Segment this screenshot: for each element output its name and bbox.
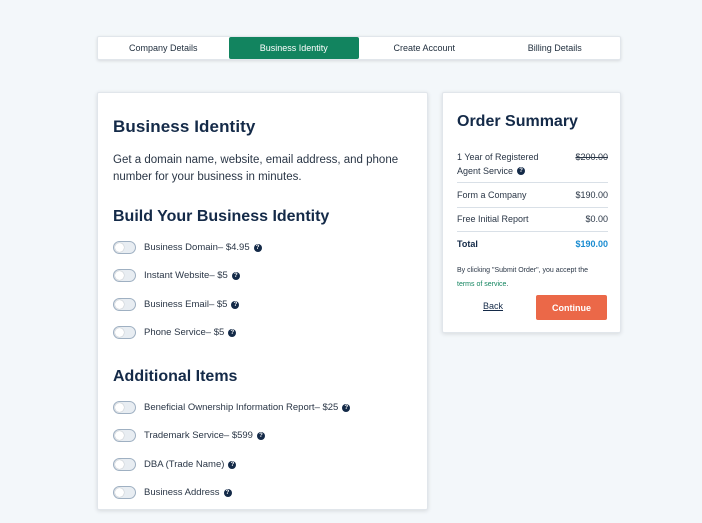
option-label: Business Address (144, 487, 220, 498)
continue-button[interactable]: Continue (536, 295, 607, 320)
option-label: DBA (Trade Name) (144, 459, 225, 470)
summary-row-label-line2: Agent Service ? (457, 164, 539, 178)
progress-steps: Company Details Business Identity Create… (97, 36, 621, 60)
summary-row-value: $0.00 (585, 214, 608, 224)
terms-of-service-link[interactable]: terms of service (457, 281, 506, 288)
summary-row-label: 1 Year of Registered Agent Service ? (457, 150, 539, 178)
help-icon[interactable]: ? (228, 460, 237, 469)
summary-row-label: Form a Company (457, 190, 527, 200)
option-price: – $5 (209, 270, 228, 281)
total-label: Total (457, 239, 478, 249)
help-icon[interactable]: ? (253, 243, 262, 252)
business-domain-toggle[interactable] (113, 241, 136, 254)
intro-text: Get a domain name, website, email addres… (113, 154, 399, 183)
option-boi-report: Beneficial Ownership Information Report … (113, 401, 351, 414)
section-additional-items-title: Additional Items (113, 368, 238, 385)
option-business-address: Business Address ? (113, 486, 232, 499)
option-trademark-service: Trademark Service – $599 ? (113, 429, 265, 442)
instant-website-toggle[interactable] (113, 269, 136, 282)
help-icon[interactable]: ? (228, 328, 237, 337)
total-value: $190.00 (575, 239, 608, 249)
summary-row-label-text: Agent Service (457, 166, 514, 176)
summary-row-registered-agent: 1 Year of Registered Agent Service ? $20… (457, 150, 608, 178)
order-summary-card: Order Summary 1 Year of Registered Agent… (442, 92, 621, 333)
option-label: Instant Website (144, 270, 210, 281)
summary-row-form-company: Form a Company $190.00 (457, 190, 608, 200)
option-instant-website: Instant Website – $5 ? (113, 269, 240, 282)
divider (457, 231, 608, 232)
divider (457, 182, 608, 183)
summary-row-label-line1: 1 Year of Registered (457, 152, 539, 162)
summary-row-total: Total $190.00 (457, 239, 608, 249)
help-icon[interactable]: ? (256, 431, 265, 440)
help-icon[interactable]: ? (231, 300, 240, 309)
dba-toggle[interactable] (113, 458, 136, 471)
option-label: Beneficial Ownership Information Report (144, 402, 315, 413)
help-icon[interactable]: ? (342, 403, 351, 412)
order-summary-title: Order Summary (457, 113, 578, 130)
section-build-identity-title: Build Your Business Identity (113, 208, 330, 225)
page-title: Business Identity (113, 117, 256, 136)
trademark-service-toggle[interactable] (113, 429, 136, 442)
option-label: Business Email (144, 299, 209, 310)
help-icon[interactable]: ? (223, 488, 232, 497)
terms-end: . (506, 281, 509, 288)
option-price: – $599 (223, 430, 253, 441)
terms-notice: By clicking "Submit Order", you accept t… (457, 264, 612, 292)
option-price: – $5 (205, 327, 225, 338)
business-identity-card: Business Identity Get a domain name, web… (97, 92, 428, 510)
summary-row-value: $200.00 (575, 152, 608, 162)
option-label: Business Domain (144, 242, 218, 253)
phone-service-toggle[interactable] (113, 326, 136, 339)
option-price: – $5 (208, 299, 228, 310)
help-icon[interactable]: ? (231, 271, 240, 280)
option-price: – $4.95 (217, 242, 250, 253)
option-label: Trademark Service (144, 430, 224, 441)
step-billing-details[interactable]: Billing Details (490, 37, 621, 59)
back-link[interactable]: Back (483, 301, 503, 311)
step-business-identity[interactable]: Business Identity (228, 37, 359, 59)
boi-report-toggle[interactable] (113, 401, 136, 414)
divider (457, 207, 608, 208)
option-business-domain: Business Domain – $4.95 ? (113, 241, 262, 254)
summary-row-value: $190.00 (575, 190, 608, 200)
option-phone-service: Phone Service – $5 ? (113, 326, 237, 339)
business-address-toggle[interactable] (113, 486, 136, 499)
option-dba: DBA (Trade Name) ? (113, 458, 237, 471)
step-create-account[interactable]: Create Account (359, 37, 490, 59)
step-company-details[interactable]: Company Details (98, 37, 229, 59)
summary-row-free-report: Free Initial Report $0.00 (457, 214, 608, 224)
terms-text: By clicking "Submit Order", you accept t… (457, 267, 589, 274)
option-price: – $25 (314, 402, 339, 413)
help-icon[interactable]: ? (517, 167, 526, 175)
business-email-toggle[interactable] (113, 298, 136, 311)
option-business-email: Business Email – $5 ? (113, 298, 240, 311)
option-label: Phone Service (144, 327, 206, 338)
summary-row-label: Free Initial Report (457, 214, 529, 224)
